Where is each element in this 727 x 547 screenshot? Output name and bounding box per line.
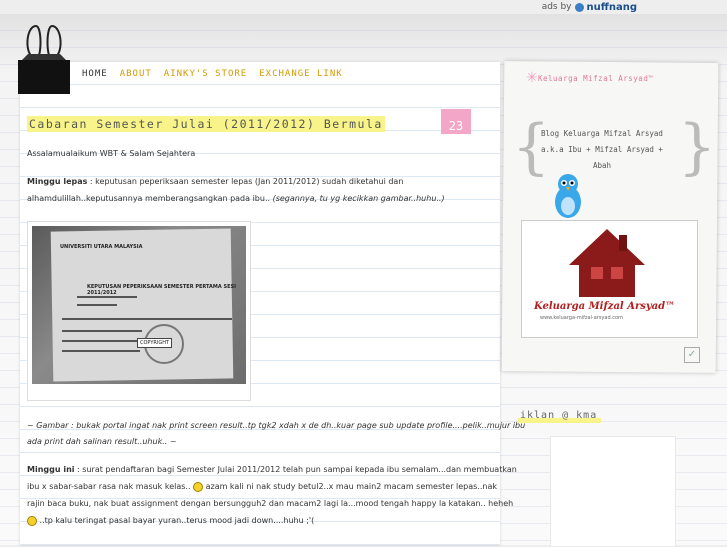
result-photo-frame[interactable]: UNIVERSITI UTARA MALAYSIA KEPUTUSAN PEPE… <box>27 221 251 401</box>
p1-text: : keputusan peperiksaan semester lepas (… <box>87 177 404 186</box>
sheet-row <box>77 304 117 306</box>
sheet-row <box>62 330 142 332</box>
sheet-heading: KEPUTUSAN PEPERIKSAAN SEMESTER PERTAMA S… <box>87 284 236 296</box>
pink-star-icon: ✳ <box>526 70 538 86</box>
ads-widget-title: iklan @ kma <box>518 410 602 423</box>
family-logo[interactable]: Keluarga Mifzal Arsyad™ www.keluarga-mif… <box>521 220 698 338</box>
nav-home[interactable]: HOME <box>82 69 108 79</box>
nav-ainkys-store[interactable]: AINKY'S STORE <box>164 69 247 79</box>
post-date-badge: 23 <box>441 109 471 134</box>
post-paragraph-2-line2: ibu x sabar-sabar rasa nak masuk kelas..… <box>27 481 497 492</box>
post-paragraph-2: Minggu ini : surat pendaftaran bagi Seme… <box>27 464 517 475</box>
photo-caption-1: ~ Gambar : bukak portal ingat nak print … <box>27 421 526 430</box>
ads-by-label: ads by <box>541 2 572 12</box>
nuffnang-logo-icon <box>574 2 584 12</box>
post-paragraph-2-line3: rajin baca buku, nak buat assignment den… <box>27 499 514 508</box>
p2-line2a: ibu x sabar-sabar rasa nak masuk kelas.. <box>27 482 194 491</box>
family-widget-title: Keluarga Mifzal Arsyad™ <box>538 74 654 83</box>
family-widget-text: Blog Keluarga Mifzal Arsyad a.k.a Ibu + … <box>541 129 663 170</box>
binder-clip-icon <box>18 25 70 94</box>
result-photo[interactable]: UNIVERSITI UTARA MALAYSIA KEPUTUSAN PEPE… <box>32 226 246 384</box>
p2-line2b: azam kali ni nak study betul2..x mau mai… <box>203 482 498 491</box>
main-nav: HOME ABOUT AINKY'S STORE EXCHANGE LINK <box>82 69 355 79</box>
sheet-row <box>77 296 137 298</box>
ads-widget-box[interactable] <box>550 436 676 547</box>
sheet-row <box>62 318 232 320</box>
p1-italic: (segannya, tu yg kecikkan gambar..huhu..… <box>272 194 445 203</box>
minggu-ini-label: Minggu ini <box>27 465 75 474</box>
post-paragraph-2-line4: ..tp kalu teringat pasal bayar yuran..te… <box>27 515 314 526</box>
sheet-row <box>62 340 137 342</box>
p1-text2: alhamdulillah..keputusannya memberangsan… <box>27 194 273 203</box>
laughing-smiley-icon <box>193 481 204 492</box>
p2-line4: ..tp kalu teringat pasal bayar yuran..te… <box>37 516 315 525</box>
post-title[interactable]: Cabaran Semester Julai (2011/2012) Bermu… <box>27 116 385 132</box>
right-brace-icon: } <box>678 112 717 182</box>
logo-caption: Keluarga Mifzal Arsyad™ <box>534 301 676 312</box>
post-greeting: Assalamualaikum WBT & Salam Sejahtera <box>27 149 196 158</box>
sheet-row <box>62 350 140 352</box>
sheet-university: UNIVERSITI UTARA MALAYSIA <box>60 244 143 250</box>
twitter-bird-icon[interactable] <box>552 172 584 222</box>
copyright-label: COPYRIGHT <box>137 338 173 348</box>
house-logo-icon <box>569 229 645 297</box>
minggu-lepas-label: Minggu lepas <box>27 177 88 186</box>
grin-smiley-icon <box>27 515 37 526</box>
logo-url: www.keluarga-mifzal-arsyad.com <box>540 315 623 321</box>
photo-caption-2: ada print dah salinan result..uhuk.. ~ <box>27 437 177 446</box>
nuffnang-brand[interactable]: nuffnang <box>587 2 637 13</box>
p2-line1: : surat pendaftaran bagi Semester Julai … <box>74 465 517 474</box>
nuffnang-ad-bar[interactable]: ads by nuffnang <box>542 0 637 14</box>
post-paragraph-1: Minggu lepas : keputusan peperiksaan sem… <box>27 176 403 187</box>
checkmark-icon: ✓ <box>684 347 700 363</box>
nav-about[interactable]: ABOUT <box>120 69 152 79</box>
nav-exchange-link[interactable]: EXCHANGE LINK <box>259 69 342 79</box>
post-paragraph-1-cont: alhamdulillah..keputusannya memberangsan… <box>27 193 445 204</box>
